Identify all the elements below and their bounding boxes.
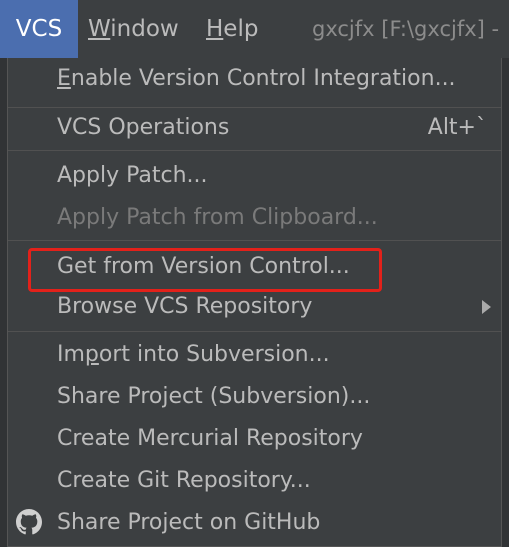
enable-mnemonic: E bbox=[57, 66, 71, 91]
menu-bar: VCS Window Help gxcjfx [F:\gxcjfx] - bbox=[0, 0, 509, 59]
menu-item-apply-patch[interactable]: Apply Patch... bbox=[57, 161, 208, 191]
annotation-highlight-box bbox=[28, 248, 382, 292]
menu-window-label: indow bbox=[110, 16, 179, 42]
menu-help-mnemonic: H bbox=[206, 16, 224, 42]
menu-item-import-into-subversion[interactable]: Import into Subversion... bbox=[57, 340, 330, 370]
menu-item-apply-patch-clipboard: Apply Patch from Clipboard... bbox=[57, 205, 378, 230]
import-mnemonic: p bbox=[84, 342, 99, 367]
menu-help-label: elp bbox=[223, 16, 259, 42]
menu-item-share-project-on-github[interactable]: Share Project on GitHub bbox=[57, 508, 320, 538]
menu-window[interactable]: Window bbox=[88, 0, 179, 58]
import-label: ort into Subversion... bbox=[98, 342, 330, 367]
submenu-arrow-icon bbox=[482, 300, 491, 314]
menu-item-enable-vcs-integration[interactable]: Enable Version Control Integration... bbox=[57, 64, 456, 94]
window-title: gxcjfx [F:\gxcjfx] - bbox=[312, 17, 500, 41]
menu-item-browse-vcs-repository[interactable]: Browse VCS Repository bbox=[57, 292, 312, 322]
menu-separator bbox=[8, 150, 501, 151]
browse-vcs-label: Browse VCS Repository bbox=[57, 294, 313, 319]
ide-left-edge bbox=[0, 58, 7, 547]
menu-separator bbox=[8, 107, 501, 108]
menu-separator bbox=[8, 240, 501, 241]
vcs-operations-label: VCS Operations bbox=[57, 115, 230, 140]
vcs-dropdown-menu: Enable Version Control Integration... VC… bbox=[7, 58, 502, 547]
menu-vcs-label: VCS bbox=[15, 16, 63, 42]
menu-item-create-git-repository[interactable]: Create Git Repository... bbox=[57, 466, 311, 496]
menu-window-mnemonic: W bbox=[88, 16, 111, 42]
menu-help[interactable]: Help bbox=[206, 0, 258, 58]
import-prefix: Im bbox=[57, 342, 85, 367]
enable-label: nable Version Control Integration... bbox=[70, 66, 456, 91]
menu-item-create-mercurial-repository[interactable]: Create Mercurial Repository bbox=[57, 424, 363, 454]
vcs-operations-shortcut: Alt+` bbox=[427, 115, 487, 140]
ide-right-edge bbox=[502, 58, 509, 547]
menu-item-vcs-operations[interactable]: VCS Operations bbox=[57, 113, 229, 143]
menu-separator bbox=[8, 331, 501, 332]
menu-item-share-project-subversion[interactable]: Share Project (Subversion)... bbox=[57, 382, 370, 412]
menu-vcs[interactable]: VCS bbox=[0, 0, 78, 58]
github-icon bbox=[16, 509, 42, 535]
